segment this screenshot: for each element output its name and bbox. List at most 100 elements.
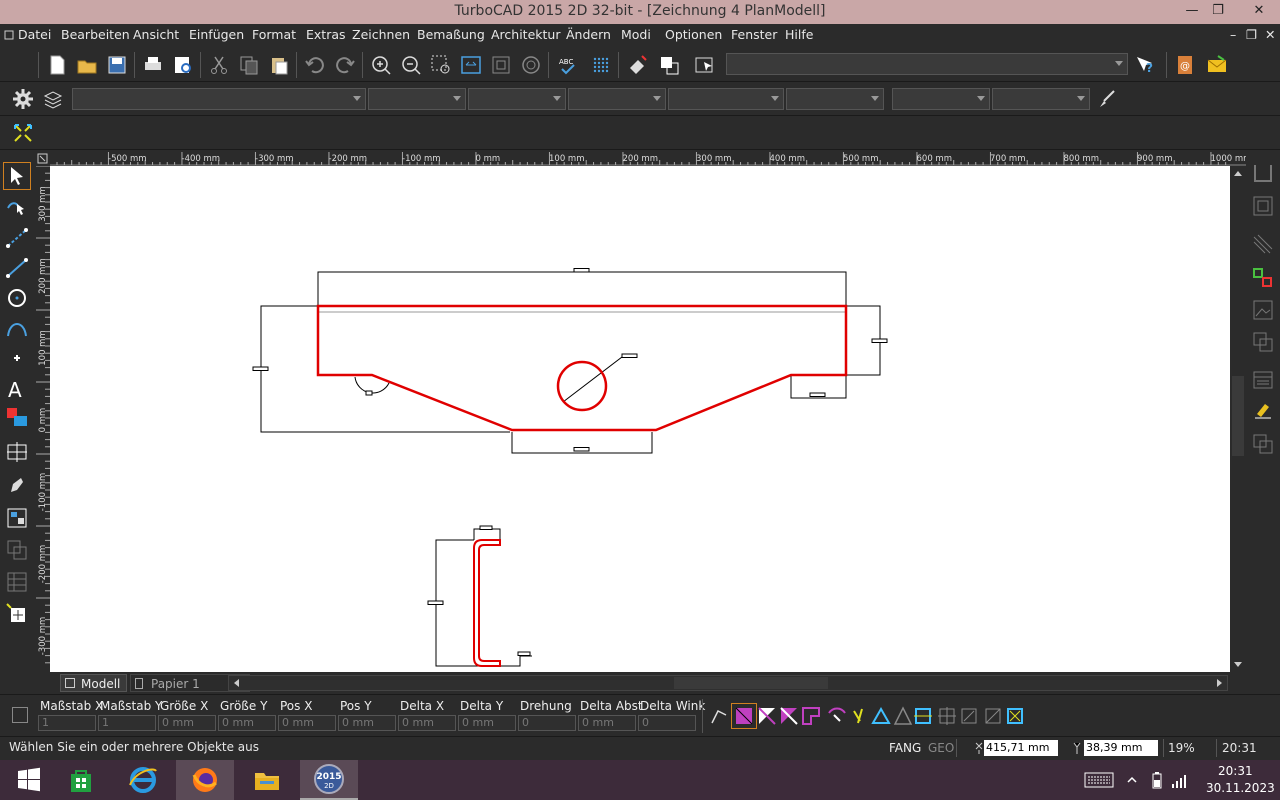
coord-input[interactable]: 1	[98, 715, 156, 731]
copy-icon[interactable]	[236, 52, 262, 78]
c-profile[interactable]	[473, 539, 501, 667]
cut-icon[interactable]	[206, 52, 232, 78]
properties-icon[interactable]	[1249, 366, 1277, 394]
grid-icon[interactable]	[588, 52, 614, 78]
dimension-text-step[interactable]	[809, 392, 826, 397]
file-explorer-icon[interactable]	[238, 760, 296, 800]
node-edit-icon[interactable]	[3, 194, 31, 222]
brush-combo[interactable]	[668, 88, 784, 110]
dimension-height-left[interactable]	[260, 305, 510, 433]
layer-settings-icon[interactable]	[40, 86, 66, 112]
coord-input[interactable]: 0 mm	[278, 715, 336, 731]
offset-icon[interactable]	[1249, 192, 1277, 220]
coord-input[interactable]: 0 mm	[458, 715, 516, 731]
menu-hilfe[interactable]: Hilfe	[785, 27, 813, 42]
color-fill-icon[interactable]	[3, 404, 31, 432]
y-coord-field[interactable]: 38,39 mm	[1084, 740, 1158, 756]
coord-toggle-icon[interactable]	[12, 707, 28, 723]
menu-zeichnen[interactable]: Zeichnen	[352, 27, 410, 42]
menu-einfuegen[interactable]: Einfügen	[189, 27, 244, 42]
menu-fenster[interactable]: Fenster	[731, 27, 777, 42]
coord-input[interactable]: 0 mm	[578, 715, 636, 731]
print-icon[interactable]	[140, 52, 166, 78]
snap-quadrant-icon[interactable]	[798, 703, 824, 729]
menu-datei[interactable]: Datei	[18, 27, 51, 42]
circle-icon[interactable]	[3, 284, 31, 312]
coord-input[interactable]: 0 mm	[338, 715, 396, 731]
image-icon[interactable]	[1249, 296, 1277, 324]
coord-input[interactable]: 0	[638, 715, 696, 731]
snap-tangent-icon[interactable]	[824, 703, 850, 729]
dimension-c-top[interactable]	[473, 528, 501, 540]
pencil-icon[interactable]	[3, 472, 31, 500]
tab-modell[interactable]: Modell	[60, 674, 128, 692]
menu-format[interactable]: Format	[252, 27, 296, 42]
table-icon[interactable]	[3, 568, 31, 596]
x-coord-field[interactable]: 415,71 mm	[984, 740, 1058, 756]
copy-properties-icon[interactable]	[656, 52, 682, 78]
firefox-icon[interactable]	[176, 760, 234, 800]
brush-icon[interactable]	[1094, 86, 1120, 112]
zoom-page-icon[interactable]	[488, 52, 514, 78]
dimension-text-bottom[interactable]	[573, 447, 590, 452]
coord-input[interactable]: 0	[518, 715, 576, 731]
dimension-c-top-text[interactable]	[479, 525, 493, 530]
keyboard-icon[interactable]	[1084, 772, 1114, 788]
menu-architektur[interactable]: Architektur	[491, 27, 560, 42]
windows-start-icon[interactable]	[0, 760, 58, 800]
coord-input[interactable]: 1	[38, 715, 96, 731]
horizontal-scrollbar[interactable]	[228, 675, 1228, 691]
coord-input[interactable]: 0 mm	[398, 715, 456, 731]
dimension-c-bottom[interactable]	[500, 655, 532, 667]
snap-perpendicular-icon[interactable]	[910, 703, 936, 729]
coord-input[interactable]: 0 mm	[158, 715, 216, 731]
pattern-combo[interactable]	[786, 88, 884, 110]
highlight-icon[interactable]	[1249, 396, 1277, 424]
hatch-icon[interactable]	[1249, 230, 1277, 258]
close-button[interactable]: ✕	[1238, 0, 1280, 22]
dimension-c-text[interactable]	[427, 600, 444, 605]
font-size-combo[interactable]	[992, 88, 1090, 110]
text-icon[interactable]: A	[3, 374, 31, 402]
angle-text[interactable]	[365, 390, 373, 396]
new-file-icon[interactable]	[44, 52, 70, 78]
drawing-canvas[interactable]	[50, 166, 1230, 672]
geo-toggle[interactable]: GEO	[928, 741, 954, 755]
menu-bearbeiten[interactable]: Bearbeiten	[61, 27, 130, 42]
undo-icon[interactable]	[302, 52, 328, 78]
mdi-close-button[interactable]: ✕	[1265, 27, 1275, 42]
tray-chevron-icon[interactable]	[1126, 774, 1138, 786]
help-search-combo[interactable]	[726, 53, 1128, 75]
battery-icon[interactable]	[1148, 770, 1166, 790]
redo-icon[interactable]	[332, 52, 358, 78]
zoom-extents-icon[interactable]	[458, 52, 484, 78]
circle-hole[interactable]	[556, 360, 608, 412]
dimension-text-top[interactable]	[573, 268, 590, 273]
snap-point-icon[interactable]	[1002, 703, 1028, 729]
ruler-corner[interactable]	[36, 152, 50, 166]
layer-combo[interactable]	[72, 88, 366, 110]
print-preview-icon[interactable]	[170, 52, 196, 78]
whatsthis-icon[interactable]: ?	[1132, 52, 1158, 78]
save-icon[interactable]	[104, 52, 130, 78]
internet-explorer-icon[interactable]	[114, 760, 172, 800]
pen-style-combo[interactable]	[468, 88, 566, 110]
menu-extras[interactable]: Extras	[306, 27, 346, 42]
dimension-text-left[interactable]	[252, 366, 269, 371]
arc-icon[interactable]	[3, 314, 31, 342]
help-pointer-icon[interactable]	[692, 52, 718, 78]
radius-text[interactable]	[621, 353, 638, 358]
menu-modi[interactable]: Modi	[621, 27, 651, 42]
snap-arrows-icon[interactable]	[10, 120, 36, 146]
color-combo[interactable]	[368, 88, 466, 110]
menu-aendern[interactable]: Ändern	[566, 27, 611, 42]
polyline-icon[interactable]	[3, 224, 31, 252]
snap-settings-icon[interactable]	[1249, 264, 1277, 292]
signal-icon[interactable]	[1170, 770, 1190, 790]
turbocad-taskbar-icon[interactable]: 2015 2D	[300, 760, 358, 800]
restore-button[interactable]: ❐	[1202, 0, 1234, 22]
vertical-scrollbar[interactable]	[1230, 166, 1246, 672]
address-book-icon[interactable]: @	[1172, 52, 1198, 78]
select-arrow-icon[interactable]	[3, 162, 31, 190]
move-icon[interactable]	[3, 438, 31, 466]
